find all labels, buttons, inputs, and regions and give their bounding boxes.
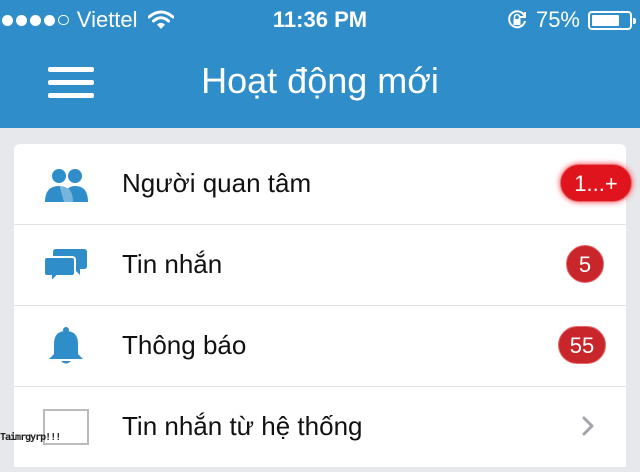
nav-bar: Hoạt động mới [0, 40, 640, 128]
list-item-label: Tin nhắn [122, 249, 223, 279]
status-right: 75% [506, 7, 636, 33]
battery-fill [592, 14, 619, 26]
top-bar: Viettel 11:36 PM 75% Hoạt động mới [0, 0, 640, 128]
page-title: Hoạt động mới [201, 60, 439, 101]
count-badge: 1...+ [560, 164, 632, 202]
bell-icon [49, 327, 83, 364]
watermark-text: Taimrgyrp!!! [0, 432, 61, 443]
people-icon [45, 169, 88, 202]
activity-list: Người quan tâm 1...+ Tin nhắn 5 Thông bá… [14, 144, 632, 467]
battery-percent: 75% [535, 7, 580, 32]
count-badge: 5 [566, 245, 604, 283]
chevron-right-icon [582, 416, 594, 436]
battery-cap [633, 17, 636, 24]
chat-bubbles-icon [43, 249, 87, 285]
list-item-label: Thông báo [122, 330, 247, 360]
list-item-label: Người quan tâm [122, 168, 312, 198]
battery-icon [588, 10, 636, 30]
count-badge: 55 [558, 326, 606, 364]
status-bar: Viettel 11:36 PM 75% [0, 0, 640, 40]
rotation-lock-icon [508, 10, 526, 29]
list-item-label: Tin nhắn từ hệ thống [122, 411, 363, 441]
list-item-followers[interactable]: Người quan tâm 1...+ [14, 144, 632, 225]
list-item-system-messages[interactable]: Tin nhắn từ hệ thống [14, 387, 626, 467]
list-item-messages[interactable]: Tin nhắn 5 [14, 225, 626, 306]
list-item-notifications[interactable]: Thông báo 55 [14, 306, 626, 387]
